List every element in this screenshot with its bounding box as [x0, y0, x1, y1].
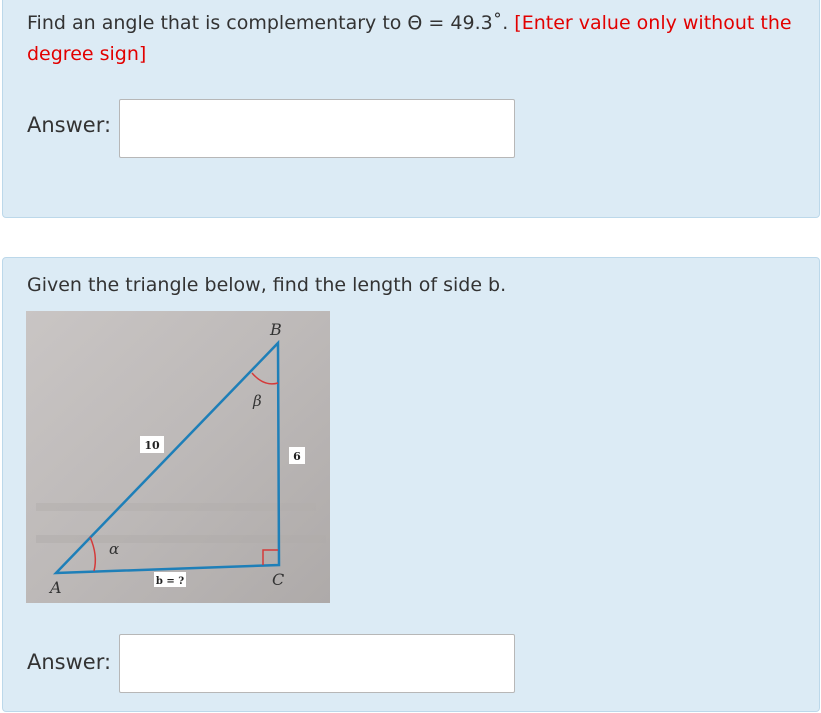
vertex-c-label: C: [272, 570, 284, 589]
vertex-b-label: B: [269, 320, 282, 339]
question-2-panel: Given the triangle below, find the lengt…: [2, 257, 820, 712]
answer-1-input[interactable]: [119, 99, 515, 158]
hypotenuse-label: 10: [144, 439, 160, 452]
answer-label: Answer:: [27, 113, 112, 137]
question-1-prompt: Find an angle that is complementary to Θ…: [27, 12, 509, 34]
beta-label: β: [252, 392, 262, 410]
question-2-text: Given the triangle below, find the lengt…: [27, 274, 507, 296]
triangle-figure: B A C α β 10 6 b = ?: [26, 311, 330, 603]
answer-label: Answer:: [27, 650, 112, 674]
photo-background: [26, 311, 330, 603]
triangle-diagram: B A C α β 10 6 b = ?: [26, 311, 330, 603]
question-1-text: Find an angle that is complementary to Θ…: [27, 8, 797, 70]
question-1-panel: Find an angle that is complementary to Θ…: [2, 0, 820, 218]
alpha-label: α: [109, 540, 119, 558]
answer-2-input[interactable]: [119, 634, 515, 693]
vertex-a-label: A: [48, 578, 62, 597]
side-bc-label: 6: [293, 450, 301, 463]
side-b-label: b = ?: [156, 576, 184, 587]
